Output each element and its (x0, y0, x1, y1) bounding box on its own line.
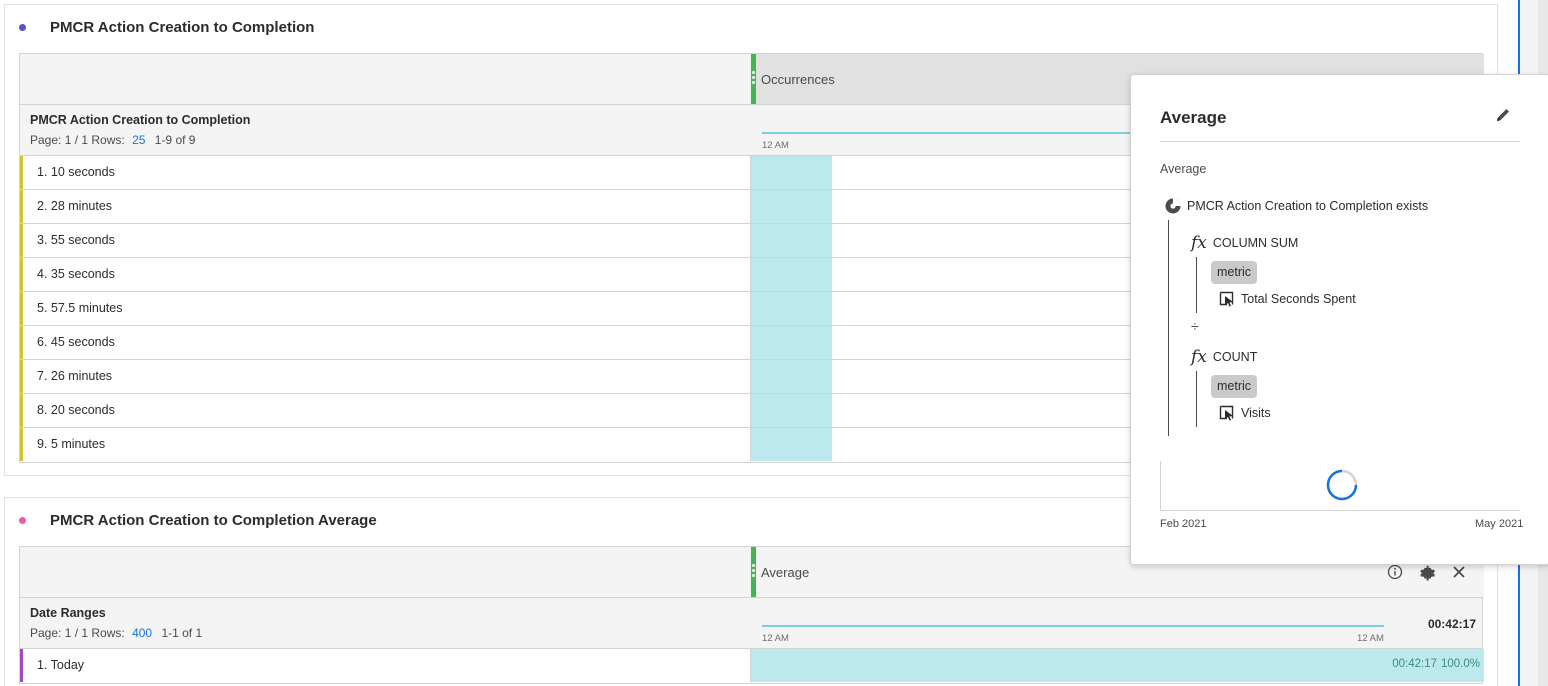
row-label: 1. Today (20, 649, 750, 682)
sparkline-start-label: 12 AM (762, 633, 789, 644)
chart-end-date: May 2021 (1475, 518, 1524, 530)
function-connector (1196, 371, 1197, 427)
row-label: 6. 45 seconds (20, 326, 750, 359)
freeform-table: Average Date Ranges Page: 1 / 1 Rows: 40… (19, 546, 1484, 684)
cell-number: 00:42:17 (1392, 658, 1437, 670)
trend-chart (1160, 461, 1520, 511)
panel-title-text: PMCR Action Creation to Completion Avera… (50, 512, 377, 529)
function-connector (1196, 257, 1197, 313)
dimension-title: Date Ranges (30, 606, 106, 620)
popover-divider (1160, 141, 1520, 142)
function-label: COLUMN SUM (1212, 236, 1299, 250)
function-icon: fx (1191, 233, 1207, 253)
metric-header-actions (1386, 563, 1468, 581)
row-label: 9. 5 minutes (20, 428, 750, 461)
workspace: PMCR Action Creation to Completion Occur… (0, 0, 1548, 686)
sparkline (762, 625, 1384, 627)
cell-bar (751, 258, 832, 291)
sparkline-end-label: 12 AM (1357, 633, 1384, 644)
function-column-sum: fx COLUMN SUM (1191, 233, 1298, 253)
dimension-title: PMCR Action Creation to Completion (30, 113, 251, 127)
page-label: Page: 1 / 1 Rows: (30, 626, 125, 640)
cell-bar (751, 649, 1484, 682)
metric-reference: Visits (1219, 405, 1271, 421)
pencil-icon[interactable] (1494, 106, 1514, 126)
metric-cell: 00:42:17 100.0% (750, 649, 1484, 682)
segment-label: PMCR Action Creation to Completion exist… (1187, 199, 1429, 213)
cell-bar (751, 394, 832, 427)
gear-icon[interactable] (1418, 563, 1436, 581)
page-label: Page: 1 / 1 Rows: (30, 133, 125, 147)
row-label: 8. 20 seconds (20, 394, 750, 427)
rows-per-page-select[interactable]: 400 (132, 626, 152, 640)
panel-status-dot (19, 24, 26, 31)
panel-title[interactable]: PMCR Action Creation to Completion (19, 19, 314, 36)
cell-bar (751, 360, 832, 393)
cell-bar (751, 428, 832, 461)
info-icon[interactable] (1386, 563, 1404, 581)
cell-bar (751, 224, 832, 257)
metric-name: Total Seconds Spent (1241, 292, 1356, 306)
cell-percent: 100.0% (1440, 658, 1480, 670)
panel-title[interactable]: PMCR Action Creation to Completion Avera… (19, 512, 377, 529)
cell-bar (751, 190, 832, 223)
row-label: 2. 28 minutes (20, 190, 750, 223)
chart-start-date: Feb 2021 (1160, 518, 1207, 530)
metric-icon (1219, 291, 1234, 307)
drag-handle-icon[interactable] (752, 564, 755, 580)
row-label: 7. 26 minutes (20, 360, 750, 393)
metric-reference: Total Seconds Spent (1219, 291, 1356, 307)
row-label: 1. 10 seconds (20, 156, 750, 189)
metric-name: Visits (1241, 406, 1271, 420)
cell-value: 00:42:17 100.0% (1392, 658, 1480, 670)
metric-icon (1219, 405, 1234, 421)
function-icon: fx (1191, 347, 1207, 367)
row-label: 4. 35 seconds (20, 258, 750, 291)
segment-connector (1168, 220, 1169, 436)
metric-header-label: Occurrences (761, 72, 835, 87)
segment-container: PMCR Action Creation to Completion exist… (1164, 197, 1428, 215)
sparkline-start-label: 12 AM (762, 140, 789, 151)
segment-icon (1165, 198, 1181, 214)
loading-spinner (1326, 469, 1358, 501)
column-total: 00:42:17 (1427, 617, 1476, 631)
table-body: 1. Today 00:42:17 100.0% (20, 649, 1484, 683)
popover-subtitle: Average (1160, 162, 1207, 176)
metric-chip: metric (1211, 375, 1258, 398)
pagination-info: Page: 1 / 1 Rows: 400 1-1 of 1 (30, 626, 202, 640)
cell-bar (751, 292, 832, 325)
close-icon[interactable] (1450, 563, 1468, 581)
cell-bar (751, 156, 832, 189)
popover-title: Average (1160, 108, 1227, 127)
row-range: 1-9 of 9 (154, 133, 196, 147)
panel-status-dot (19, 517, 26, 524)
dimension-header-row: Date Ranges Page: 1 / 1 Rows: 400 1-1 of… (20, 598, 1482, 649)
metric-chip: metric (1211, 261, 1258, 284)
sparkline (762, 132, 1132, 134)
metric-info-popover: Average Average PMCR Action Creation to … (1130, 74, 1548, 565)
row-range: 1-1 of 1 (161, 626, 203, 640)
panel-title-text: PMCR Action Creation to Completion (50, 19, 315, 36)
function-count: fx COUNT (1191, 347, 1257, 367)
divide-operator: ÷ (1191, 318, 1199, 334)
function-label: COUNT (1212, 350, 1258, 364)
row-label: 5. 57.5 minutes (20, 292, 750, 325)
metric-header-label: Average (761, 565, 810, 580)
drag-handle-icon[interactable] (752, 71, 755, 87)
table-row[interactable]: 1. Today 00:42:17 100.0% (20, 649, 1484, 683)
row-label: 3. 55 seconds (20, 224, 750, 257)
cell-bar (751, 326, 832, 359)
pagination-info: Page: 1 / 1 Rows: 25 1-9 of 9 (30, 133, 195, 147)
rows-per-page-select[interactable]: 25 (132, 133, 145, 147)
